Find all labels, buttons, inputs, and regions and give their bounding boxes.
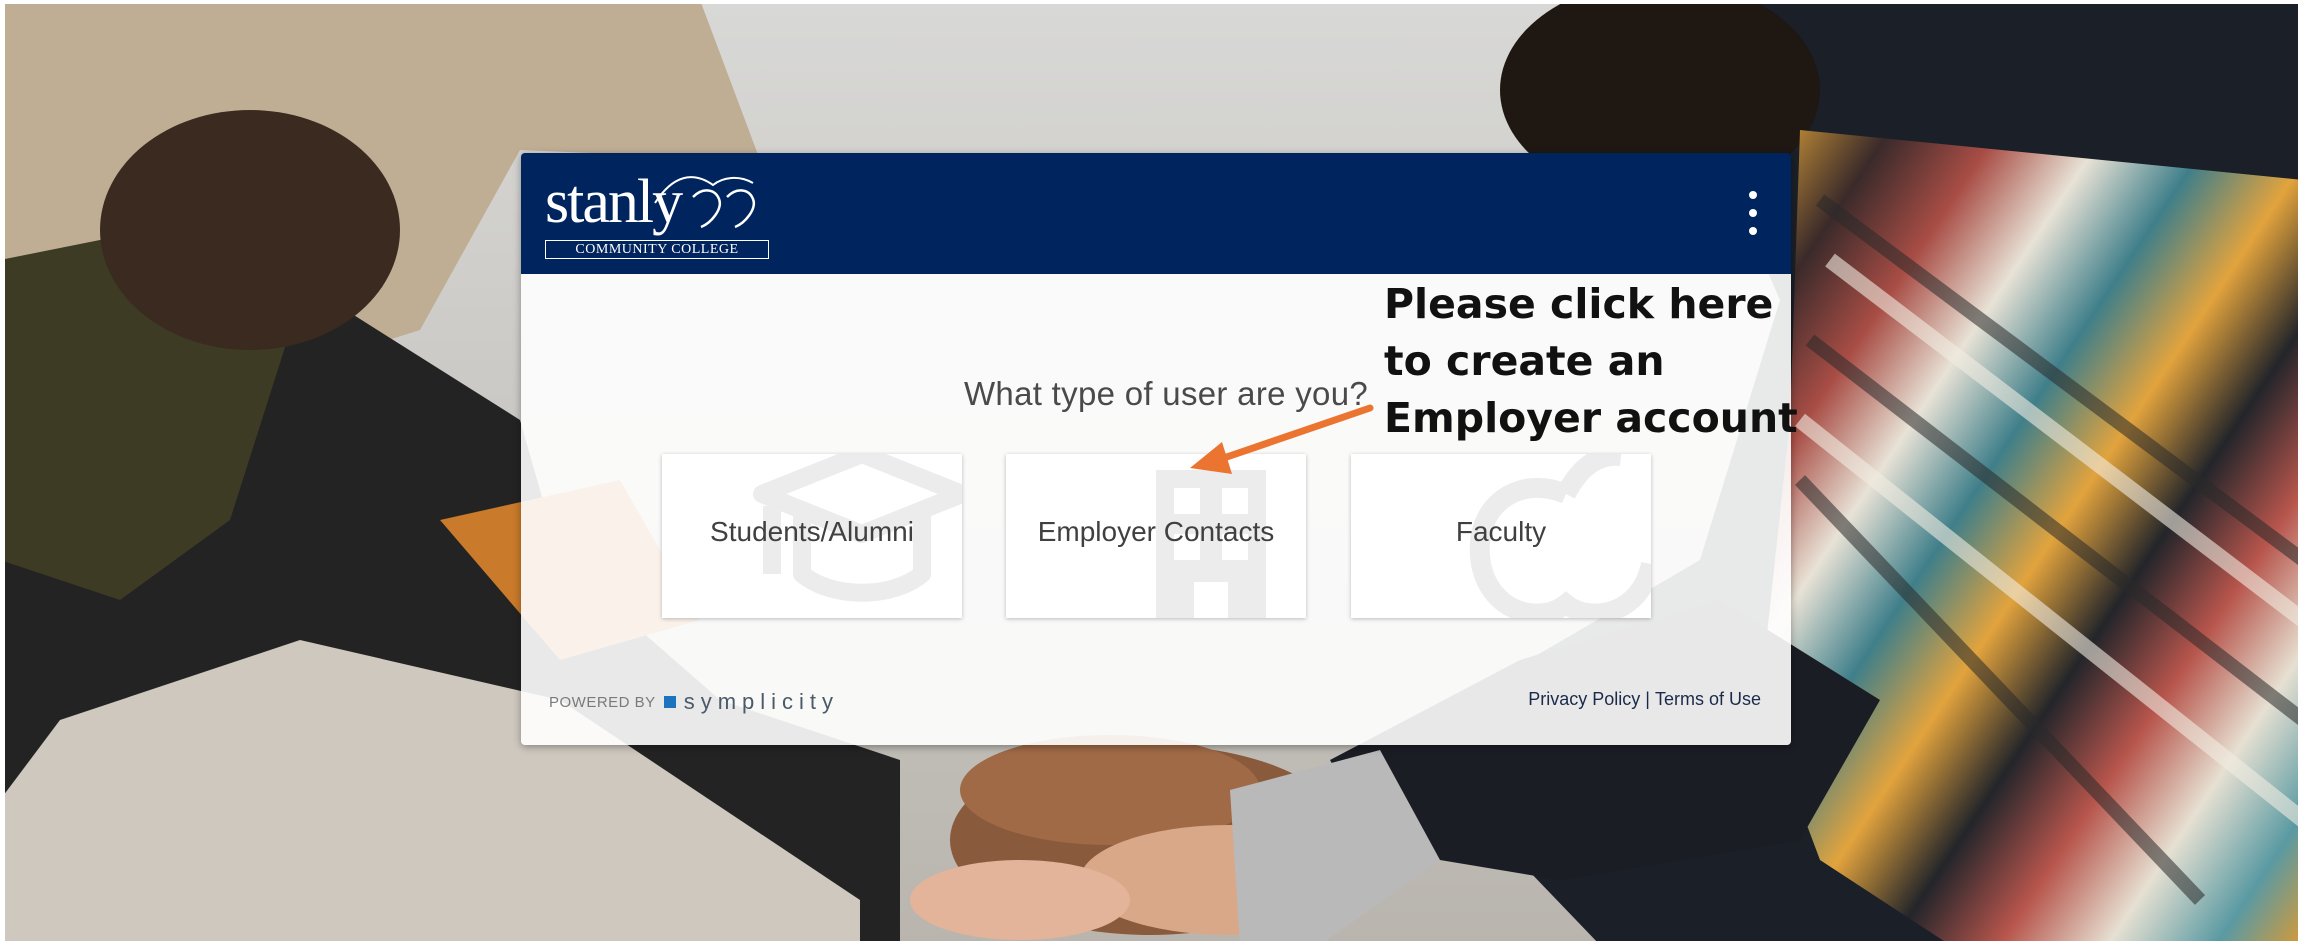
employer-contacts-button[interactable]: Employer Contacts — [1006, 454, 1306, 618]
terms-of-use-link[interactable]: Terms of Use — [1655, 689, 1761, 710]
faculty-button[interactable]: Faculty — [1351, 454, 1651, 618]
footer-links: Privacy Policy | Terms of Use — [1528, 689, 1761, 710]
logo-subtitle: COMMUNITY COLLEGE — [545, 240, 769, 259]
college-logo[interactable]: stanly COMMUNITY COLLEGE — [543, 167, 771, 261]
more-options-button[interactable] — [1741, 189, 1765, 237]
faculty-label: Faculty — [1455, 516, 1547, 547]
powered-by-symplicity[interactable]: POWERED BY symplicity — [549, 689, 839, 715]
more-vertical-icon — [1749, 191, 1757, 199]
instruction-annotation: Please click here to create an Employer … — [1384, 276, 1798, 447]
footer-separator: | — [1645, 689, 1650, 709]
login-page: stanly COMMUNITY COLLEGE What type of us… — [0, 0, 2303, 945]
powered-by-text: POWERED BY — [549, 693, 656, 711]
logo-wordmark: stanly — [545, 168, 683, 236]
employer-contacts-label: Employer Contacts — [1037, 516, 1275, 547]
arrow-icon — [1190, 404, 1374, 474]
user-type-card: stanly COMMUNITY COLLEGE What type of us… — [521, 153, 1791, 745]
students-alumni-button[interactable]: Students/Alumni — [662, 454, 962, 618]
students-alumni-label: Students/Alumni — [710, 516, 914, 547]
annotation-line: Employer account — [1384, 394, 1798, 442]
privacy-policy-link[interactable]: Privacy Policy — [1528, 689, 1640, 710]
card-header: stanly COMMUNITY COLLEGE — [521, 153, 1791, 274]
annotation-line: to create an — [1384, 337, 1665, 385]
symplicity-wordmark: symplicity — [683, 689, 840, 714]
symplicity-logo-icon — [663, 696, 676, 708]
annotation-line: Please click here — [1384, 280, 1774, 328]
